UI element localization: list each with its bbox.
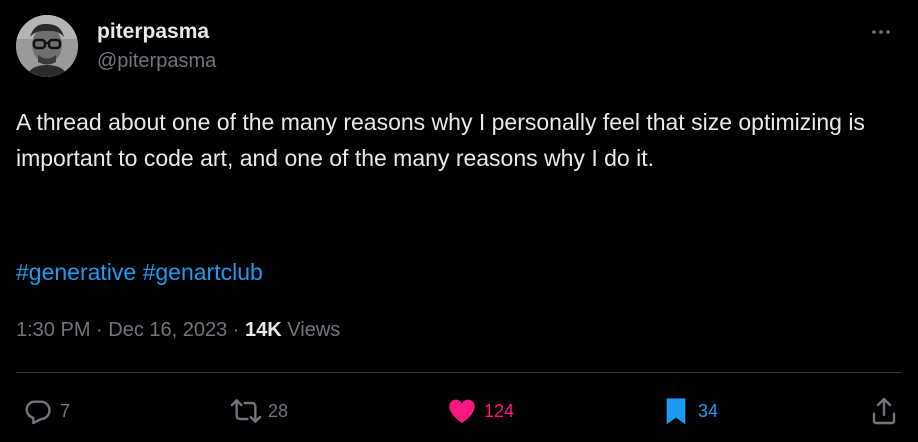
avatar-image [16, 15, 78, 77]
bookmark-button[interactable]: 34 [660, 394, 718, 428]
more-options-button[interactable] [868, 22, 894, 42]
meta-separator: · [227, 319, 246, 341]
reply-count: 7 [60, 400, 71, 421]
tweet-card: piterpasma @piterpasma A thread about on… [0, 0, 918, 442]
reply-icon [25, 400, 51, 425]
tweet-meta: 1:30 PM · Dec 16, 2023 · 14K Views [16, 316, 340, 344]
bookmark-icon [666, 398, 686, 425]
tweet-time[interactable]: 1:30 PM [16, 319, 90, 341]
divider [16, 372, 902, 373]
share-icon [872, 397, 896, 425]
repost-count: 28 [268, 400, 289, 421]
share-button[interactable] [868, 394, 900, 428]
reply-button[interactable]: 7 [22, 394, 70, 428]
views-count: 14K [245, 319, 282, 341]
tweet-hashtags: #generative #genartclub [16, 254, 263, 290]
like-count: 124 [484, 400, 515, 421]
hashtag-link[interactable]: #genartclub [143, 259, 263, 285]
author-display-name[interactable]: piterpasma [97, 19, 216, 45]
hashtag-link[interactable]: #generative [16, 259, 136, 285]
author-info: piterpasma @piterpasma [97, 19, 216, 74]
bookmark-count: 34 [698, 400, 719, 421]
tweet-text: A thread about one of the many reasons w… [16, 109, 872, 171]
repost-button[interactable]: 28 [230, 394, 288, 428]
heart-icon [449, 399, 475, 423]
tweet-actions-bar: 7 28 124 34 [0, 394, 918, 428]
tweet-date[interactable]: Dec 16, 2023 [108, 319, 227, 341]
views-label: Views [281, 319, 341, 341]
like-button[interactable]: 124 [446, 394, 514, 428]
author-handle[interactable]: @piterpasma [97, 48, 216, 74]
avatar[interactable] [16, 15, 78, 77]
more-horizontal-icon [872, 30, 890, 34]
repost-icon [230, 399, 262, 423]
meta-separator: · [90, 319, 109, 341]
